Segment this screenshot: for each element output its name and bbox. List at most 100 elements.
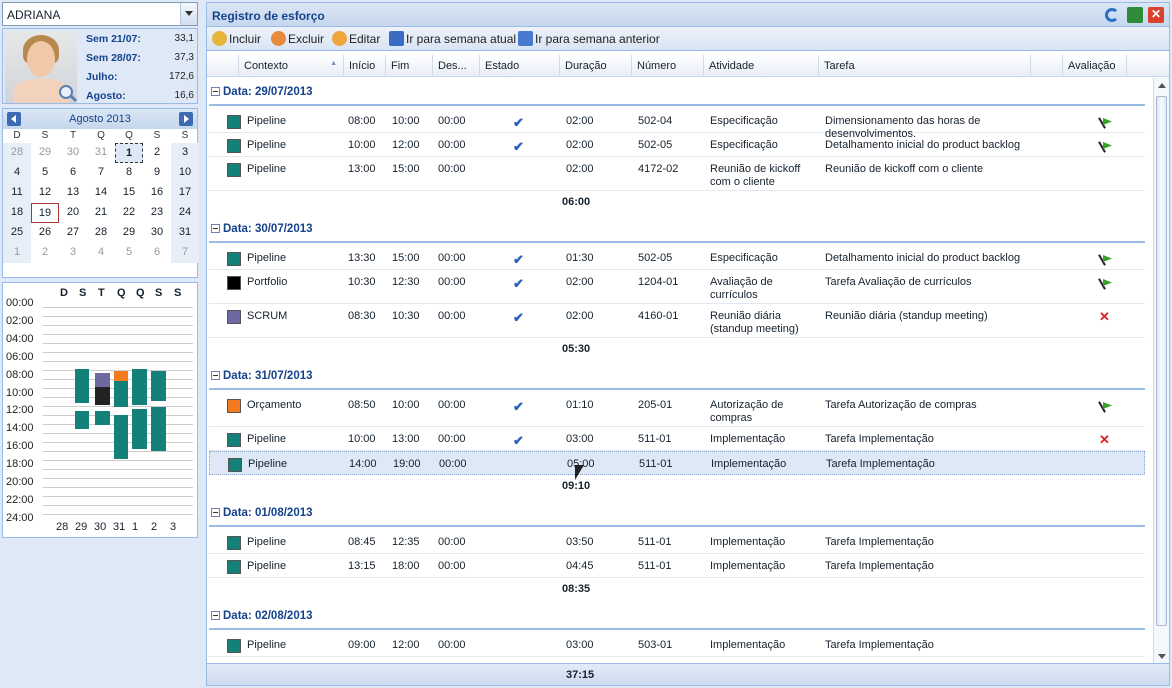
calendar-day[interactable]: 31 <box>87 143 115 163</box>
calendar-day[interactable]: 27 <box>59 223 87 243</box>
table-row[interactable]: Pipeline 08:00 10:00 00:00 02:00 502-04 Especi… <box>209 109 1145 140</box>
next-month-icon[interactable] <box>179 112 193 126</box>
calendar-day[interactable]: 6 <box>143 243 171 263</box>
table-row[interactable]: Pipeline 09:00 12:00 00:00 03:00 503-01 Implem… <box>209 633 1145 657</box>
group-header[interactable]: Data: 02/08/2013 <box>209 610 1145 630</box>
calendar-day[interactable]: 4 <box>3 163 31 183</box>
group-header[interactable]: Data: 31/07/2013 <box>209 370 1145 390</box>
cell-ctx: Pipeline <box>247 139 287 151</box>
calendar-day[interactable]: 3 <box>171 143 199 163</box>
vertical-scrollbar[interactable] <box>1153 78 1169 664</box>
calendar-day[interactable]: 14 <box>87 183 115 203</box>
cell-dur: 03:00 <box>566 433 594 445</box>
calendar-day[interactable]: 30 <box>59 143 87 163</box>
calendar-day[interactable]: 19 <box>31 203 59 223</box>
calendar-day[interactable]: 1 <box>115 143 143 163</box>
column-header[interactable]: Número <box>632 55 704 77</box>
calendar-day[interactable]: 13 <box>59 183 87 203</box>
column-header[interactable]: Estado <box>480 55 560 77</box>
column-header[interactable]: Atividade <box>704 55 819 77</box>
prev-month-icon[interactable] <box>7 112 21 126</box>
column-header[interactable]: Duração <box>560 55 632 77</box>
column-header[interactable]: Des... <box>433 55 480 77</box>
collapse-icon[interactable] <box>211 87 220 96</box>
cell-tarefa: Tarefa Autorização de compras <box>825 399 977 411</box>
calendar-day[interactable]: 1 <box>3 243 31 263</box>
calendar-day[interactable]: 26 <box>31 223 59 243</box>
flag-icon[interactable] <box>1099 141 1113 153</box>
group-header[interactable]: Data: 29/07/2013 <box>209 86 1145 106</box>
calendar-day[interactable]: 3 <box>59 243 87 263</box>
calendar-day[interactable]: 7 <box>171 243 199 263</box>
flag-icon[interactable] <box>1099 254 1113 266</box>
user-select[interactable]: ADRIANA <box>2 2 198 26</box>
calendar-day[interactable]: 30 <box>143 223 171 243</box>
calendar-day[interactable]: 29 <box>31 143 59 163</box>
calendar-day[interactable]: 2 <box>31 243 59 263</box>
calendar-day[interactable]: 16 <box>143 183 171 203</box>
calendar-day[interactable]: 5 <box>115 243 143 263</box>
column-header[interactable]: Fim <box>386 55 433 77</box>
reject-icon[interactable]: ✕ <box>1099 432 1110 448</box>
calendar-day[interactable]: 25 <box>3 223 31 243</box>
calendar-day[interactable]: 18 <box>3 203 31 223</box>
delete-button[interactable]: Excluir <box>271 31 324 46</box>
column-header[interactable]: Avaliação <box>1063 55 1127 77</box>
table-row[interactable]: Pipeline 14:00 19:00 00:00 05:00 511-01 Implem… <box>209 451 1145 475</box>
close-icon[interactable]: ✕ <box>1148 7 1164 23</box>
reject-icon[interactable]: ✕ <box>1099 309 1110 325</box>
chevron-down-icon[interactable] <box>180 3 197 25</box>
calendar-day[interactable]: 28 <box>87 223 115 243</box>
calendar-day[interactable]: 6 <box>59 163 87 183</box>
calendar-day[interactable]: 21 <box>87 203 115 223</box>
flag-icon[interactable] <box>1099 278 1113 290</box>
add-button[interactable]: Incluir <box>212 31 261 46</box>
calendar-day[interactable]: 2 <box>143 143 171 163</box>
calendar-day[interactable]: 17 <box>171 183 199 203</box>
flag-icon[interactable] <box>1099 117 1113 129</box>
calendar-day[interactable]: 29 <box>115 223 143 243</box>
table-row[interactable]: Pipeline 10:00 13:00 00:00 03:00 511-01 Implem… <box>209 427 1145 451</box>
collapse-icon[interactable] <box>211 508 220 517</box>
collapse-icon[interactable] <box>211 224 220 233</box>
table-row[interactable]: Pipeline 13:00 15:00 00:00 02:00 4172-02 Reuni… <box>209 157 1145 191</box>
table-row[interactable]: Pipeline 13:30 15:00 00:00 01:30 502-05 Especi… <box>209 246 1145 270</box>
table-row[interactable]: Pipeline 10:00 12:00 00:00 02:00 502-05 Especi… <box>209 133 1145 157</box>
refresh-icon[interactable] <box>1105 8 1119 22</box>
calendar-day[interactable]: 24 <box>171 203 199 223</box>
calendar-weekday: S <box>181 130 189 141</box>
calendar-day[interactable]: 28 <box>3 143 31 163</box>
calendar-day[interactable]: 10 <box>171 163 199 183</box>
calendar-day[interactable]: 12 <box>31 183 59 203</box>
calendar-day[interactable]: 8 <box>115 163 143 183</box>
flag-icon[interactable] <box>1099 401 1113 413</box>
calendar-day[interactable]: 5 <box>31 163 59 183</box>
calendar-day[interactable]: 23 <box>143 203 171 223</box>
calendar-day[interactable]: 11 <box>3 183 31 203</box>
calendar-day[interactable]: 22 <box>115 203 143 223</box>
group-header[interactable]: Data: 30/07/2013 <box>209 223 1145 243</box>
column-header[interactable]: Início <box>344 55 386 77</box>
column-header[interactable]: Contexto ▲ <box>239 55 344 77</box>
calendar-day[interactable]: 4 <box>87 243 115 263</box>
calendar-day[interactable]: 7 <box>87 163 115 183</box>
collapse-icon[interactable] <box>211 611 220 620</box>
table-row[interactable]: Orçamento 08:50 10:00 00:00 01:10 205-01 Autor… <box>209 393 1145 427</box>
zoom-icon[interactable] <box>59 85 73 99</box>
calendar-day[interactable]: 31 <box>171 223 199 243</box>
avatar[interactable] <box>5 31 77 103</box>
table-row[interactable]: Pipeline 08:45 12:35 00:00 03:50 511-01 Implem… <box>209 530 1145 554</box>
excel-export-icon[interactable] <box>1127 7 1143 23</box>
edit-button[interactable]: Editar <box>332 31 380 46</box>
group-header[interactable]: Data: 01/08/2013 <box>209 507 1145 527</box>
column-header[interactable]: Tarefa <box>819 55 1031 77</box>
calendar-day[interactable]: 9 <box>143 163 171 183</box>
table-row[interactable]: Pipeline 13:15 18:00 00:00 04:45 511-01 Implem… <box>209 554 1145 578</box>
collapse-icon[interactable] <box>211 371 220 380</box>
calendar-day[interactable]: 20 <box>59 203 87 223</box>
prev-week-button[interactable]: Ir para semana anterior <box>518 31 660 46</box>
calendar-day[interactable]: 15 <box>115 183 143 203</box>
table-row[interactable]: SCRUM 08:30 10:30 00:00 02:00 4160-01 Reunião … <box>209 304 1145 338</box>
current-week-button[interactable]: Ir para semana atual <box>389 31 516 46</box>
table-row[interactable]: Portfolio 10:30 12:30 00:00 02:00 1204-01 Aval… <box>209 270 1145 304</box>
